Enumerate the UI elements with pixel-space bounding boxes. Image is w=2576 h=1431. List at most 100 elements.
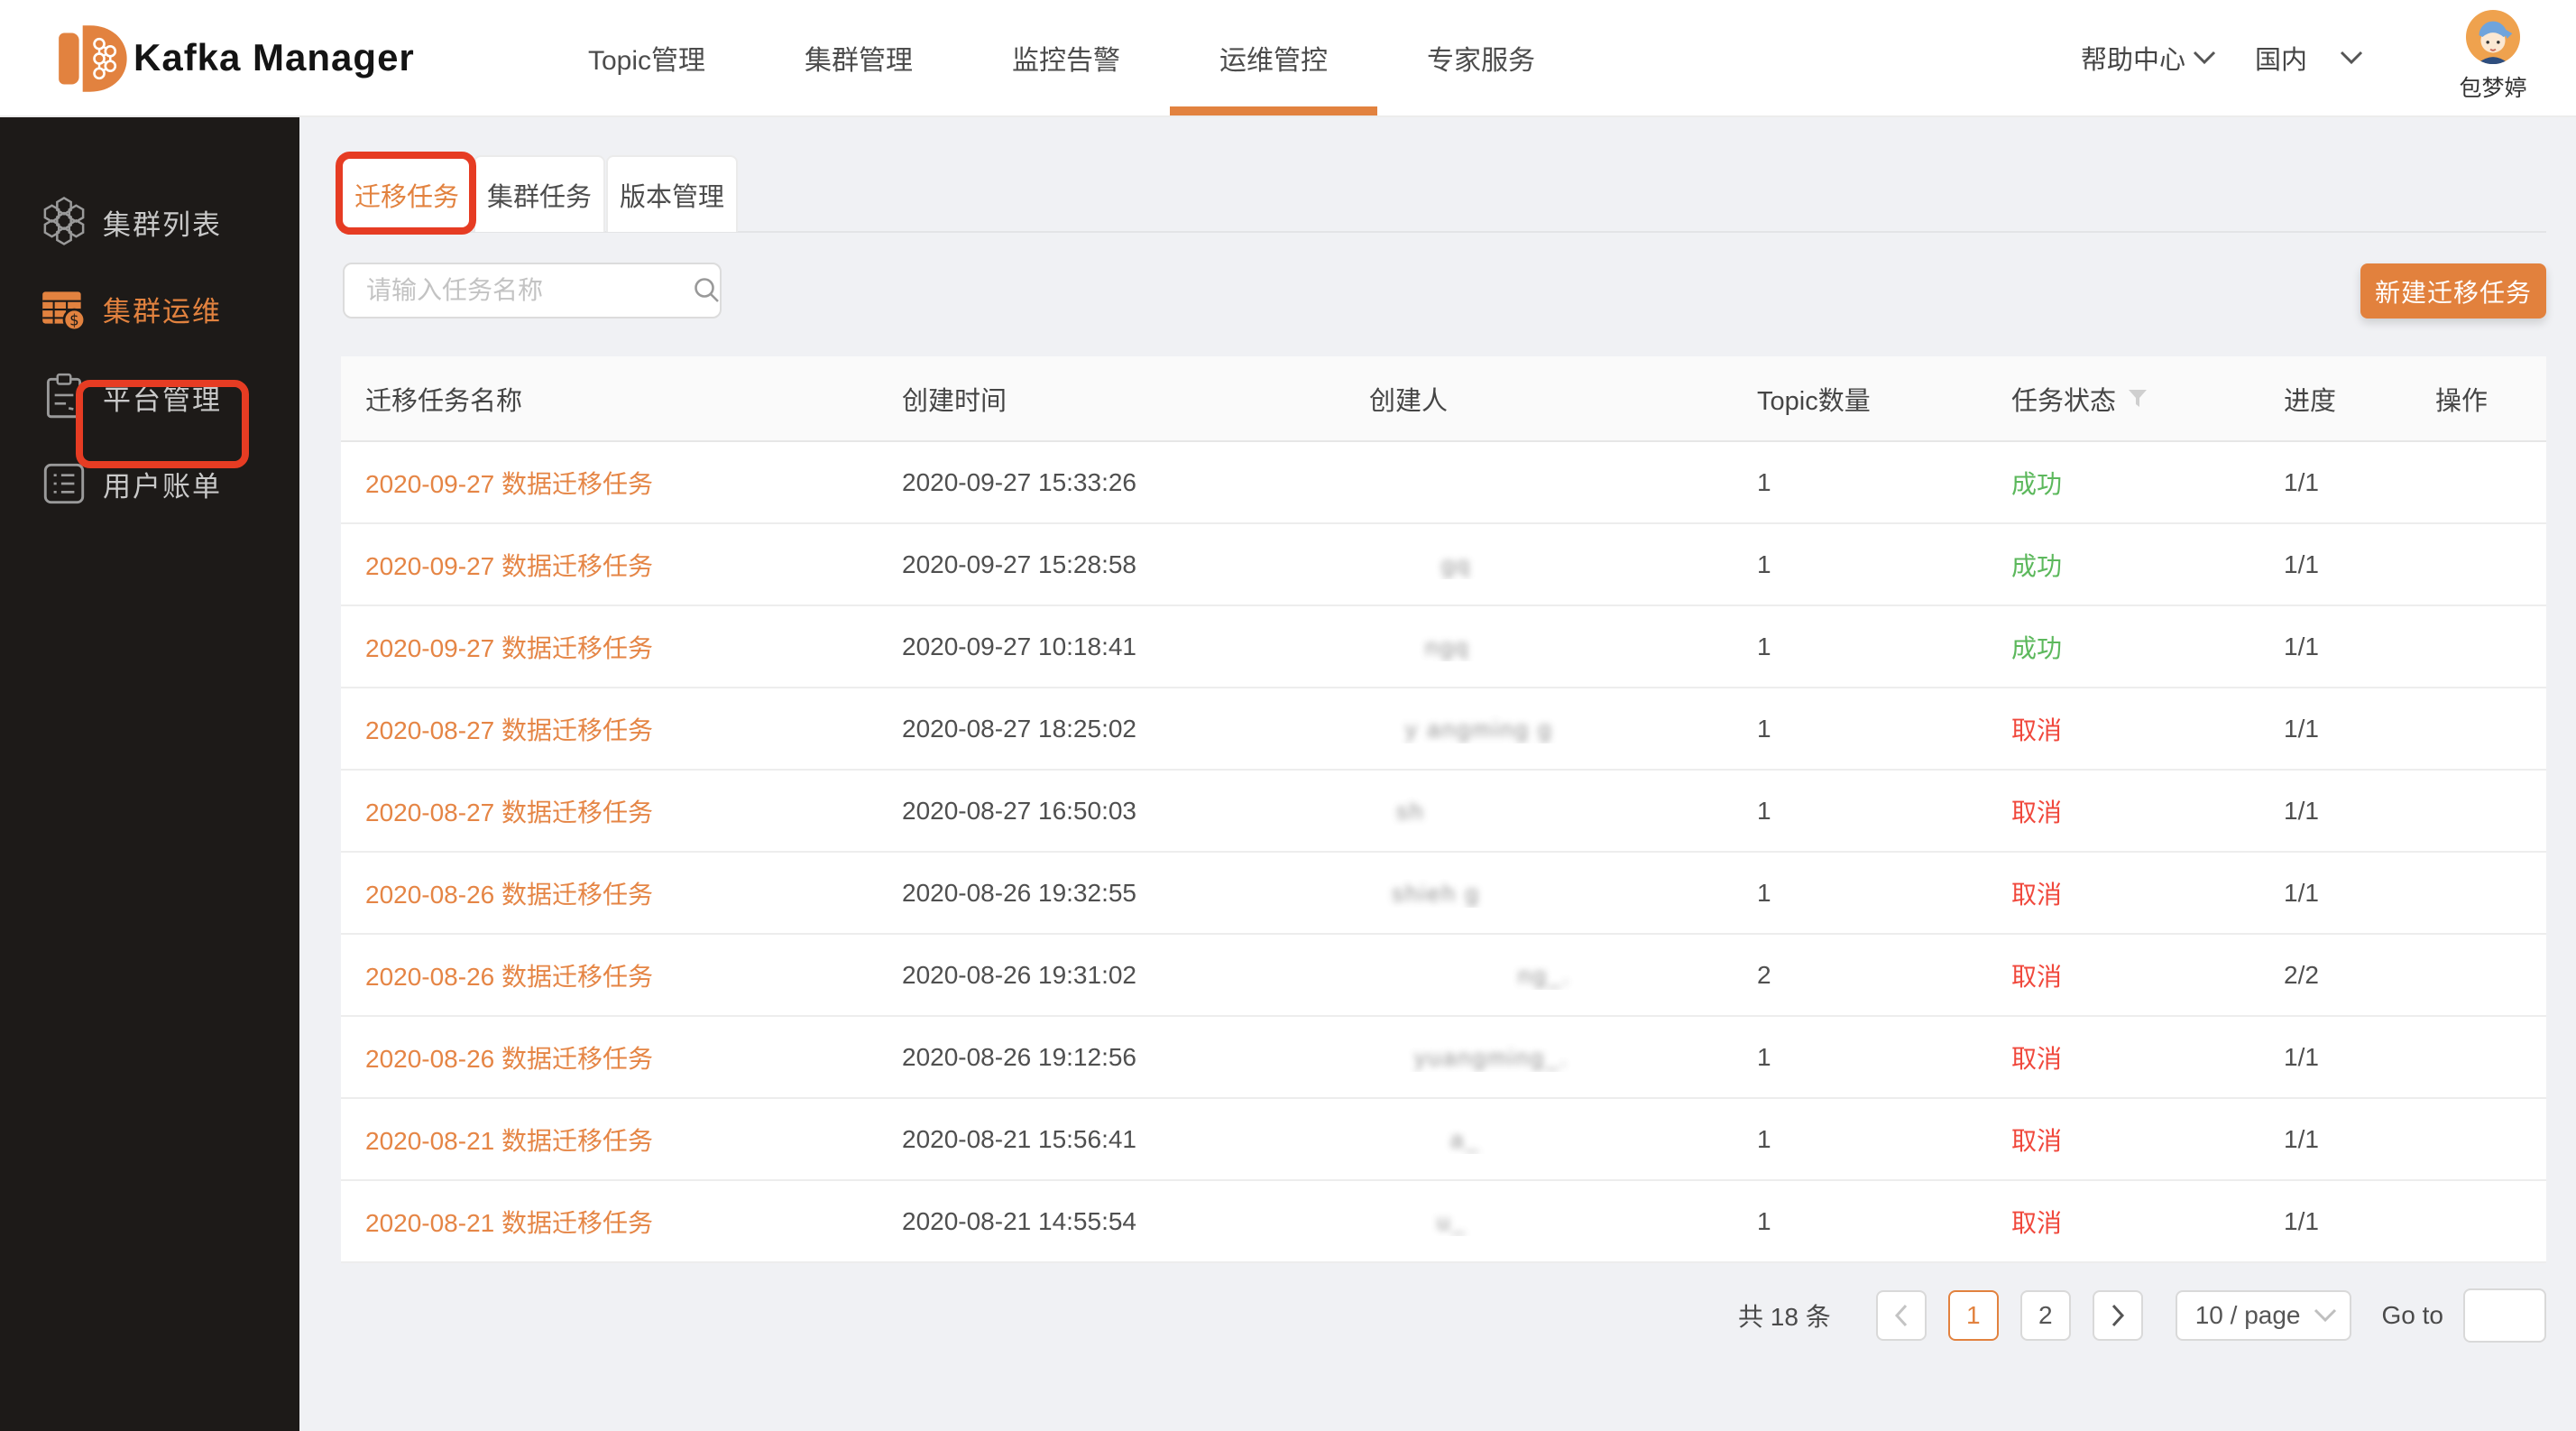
nav-cluster-management[interactable]: 集群管理 [755,0,962,115]
sidebar-item-user-bills[interactable]: 用户账单 [0,440,299,527]
chevron-down-icon [2340,51,2363,65]
create-migration-task-button[interactable]: 新建迁移任务 [2360,263,2546,319]
cell-topic-count: 2 [1757,961,2001,990]
cell-task-status: 取消 [2001,1204,2284,1240]
cell-create-time: 2020-08-21 15:56:41 [902,1125,1333,1154]
migration-task-table: 迁移任务名称 创建时间 创建人 Topic数量 任务状态 进度 操作 2020-… [341,356,2546,1263]
task-name-link[interactable]: 2020-08-26 数据迁移任务 [365,1045,653,1073]
goto-page-input[interactable] [2463,1288,2546,1343]
cell-creator-redacted: sh [1396,798,1424,825]
cell-create-time: 2020-09-27 15:28:58 [902,550,1333,579]
cell-topic-count: 1 [1757,550,2001,579]
cell-create-time: 2020-08-26 19:32:55 [902,879,1333,908]
task-name-link[interactable]: 2020-09-27 数据迁移任务 [365,634,653,662]
cell-task-status: 成功 [2001,547,2284,583]
col-task-name: 迁移任务名称 [341,380,902,418]
app-title: Kafka Manager [133,0,415,115]
table-row: 2020-08-27 数据迁移任务 2020-08-27 18:25:02 y … [341,688,2546,771]
tab-cluster-tasks[interactable]: 集群任务 [474,155,605,232]
task-name-link[interactable]: 2020-08-21 数据迁移任务 [365,1127,653,1155]
task-name-link[interactable]: 2020-08-27 数据迁移任务 [365,716,653,744]
region-selector[interactable]: 国内 [2255,0,2363,115]
pagination-page-2[interactable]: 2 [2020,1290,2071,1341]
cell-creator-redacted: gq [1441,551,1471,578]
nav-topic-management[interactable]: Topic管理 [538,0,755,115]
cell-progress: 1/1 [2284,632,2435,661]
sidebar: 集群列表 $ 集群运维 平台管理 [0,117,299,1431]
chevron-down-icon [2314,1308,2337,1323]
chevron-left-icon [1892,1303,1910,1328]
cell-topic-count: 1 [1757,879,2001,908]
task-name-link[interactable]: 2020-08-26 数据迁移任务 [365,963,653,991]
chevron-down-icon [2193,51,2216,65]
pagination-total: 共 18 条 [1738,1297,1831,1334]
cell-create-time: 2020-08-26 19:31:02 [902,961,1333,990]
table-row: 2020-08-26 数据迁移任务 2020-08-26 19:31:02 ng… [341,935,2546,1017]
cell-topic-count: 1 [1757,1125,2001,1154]
cell-create-time: 2020-08-27 16:50:03 [902,797,1333,826]
cell-progress: 1/1 [2284,550,2435,579]
page-size-value: 10 / page [2195,1301,2301,1330]
table-row: 2020-08-21 数据迁移任务 2020-08-21 15:56:41 a_… [341,1099,2546,1181]
cell-task-status: 取消 [2001,875,2284,911]
user-profile[interactable]: 包梦婷 [2448,9,2538,103]
help-center-label: 帮助中心 [2081,39,2185,77]
cell-progress: 1/1 [2284,1043,2435,1072]
billing-grid-icon: $ [38,282,90,335]
cell-create-time: 2020-09-27 10:18:41 [902,632,1333,661]
cell-task-status: 取消 [2001,711,2284,747]
task-name-link[interactable]: 2020-08-26 数据迁移任务 [365,881,653,909]
app-header: Kafka Manager Topic管理 集群管理 监控告警 运维管控 专家服… [0,0,2576,117]
cell-creator-redacted: yuangming_. [1414,1044,1569,1071]
cell-create-time: 2020-08-21 14:55:54 [902,1207,1333,1236]
clipboard-icon [38,371,90,423]
user-name: 包梦婷 [2448,70,2538,103]
cell-topic-count: 1 [1757,1043,2001,1072]
cluster-hexagon-icon [38,196,90,248]
col-creator: 创建人 [1333,380,1757,418]
svg-text:$: $ [69,312,79,329]
pagination-prev-button[interactable] [1876,1290,1927,1341]
sidebar-item-label: 集群运维 [103,289,222,329]
page-size-select[interactable]: 10 / page [2176,1290,2351,1341]
nav-ops-control[interactable]: 运维管控 [1170,0,1377,115]
task-name-link[interactable]: 2020-08-27 数据迁移任务 [365,799,653,826]
table-row: 2020-09-27 数据迁移任务 2020-09-27 15:28:58 gq… [341,524,2546,606]
task-search-input[interactable] [345,276,692,305]
table-row: 2020-08-26 数据迁移任务 2020-08-26 19:12:56 yu… [341,1017,2546,1099]
cell-create-time: 2020-08-26 19:12:56 [902,1043,1333,1072]
cell-creator-redacted: shieh g [1392,880,1480,907]
pagination-page-1[interactable]: 1 [1948,1290,1999,1341]
region-label: 国内 [2255,39,2307,77]
cell-task-status: 成功 [2001,465,2284,501]
pagination-next-button[interactable] [2093,1290,2143,1341]
chevron-right-icon [2109,1303,2127,1328]
sidebar-item-platform-management[interactable]: 平台管理 [0,354,299,440]
cell-progress: 1/1 [2284,797,2435,826]
table-row: 2020-09-27 数据迁移任务 2020-09-27 10:18:41 ng… [341,606,2546,688]
task-name-link[interactable]: 2020-09-27 数据迁移任务 [365,470,653,498]
sidebar-item-cluster-list[interactable]: 集群列表 [0,179,299,265]
table-header-row: 迁移任务名称 创建时间 创建人 Topic数量 任务状态 进度 操作 [341,356,2546,442]
cell-progress: 1/1 [2284,1125,2435,1154]
help-center-menu[interactable]: 帮助中心 [2081,0,2216,115]
filter-funnel-icon[interactable] [2127,388,2148,410]
tab-version-management[interactable]: 版本管理 [606,155,738,232]
cell-task-status: 取消 [2001,957,2284,993]
task-name-link[interactable]: 2020-09-27 数据迁移任务 [365,552,653,580]
cell-creator-redacted: a_ [1450,1126,1480,1153]
table-body: 2020-09-27 数据迁移任务 2020-09-27 15:33:26 1 … [341,442,2546,1263]
sidebar-item-cluster-ops[interactable]: $ 集群运维 [0,265,299,352]
goto-label: Go to [2382,1301,2443,1330]
nav-expert-service[interactable]: 专家服务 [1377,0,1585,115]
nav-monitor-alert[interactable]: 监控告警 [962,0,1170,115]
cell-creator-redacted: y angming g [1405,716,1553,743]
sidebar-item-label: 平台管理 [103,377,222,418]
avatar [2465,9,2521,65]
task-name-link[interactable]: 2020-08-21 数据迁移任务 [365,1209,653,1237]
cell-task-status: 取消 [2001,1122,2284,1158]
cell-create-time: 2020-08-27 18:25:02 [902,715,1333,743]
cell-progress: 1/1 [2284,1207,2435,1236]
sidebar-item-label: 用户账单 [103,464,222,504]
tab-migration-tasks[interactable]: 迁移任务 [341,155,473,232]
